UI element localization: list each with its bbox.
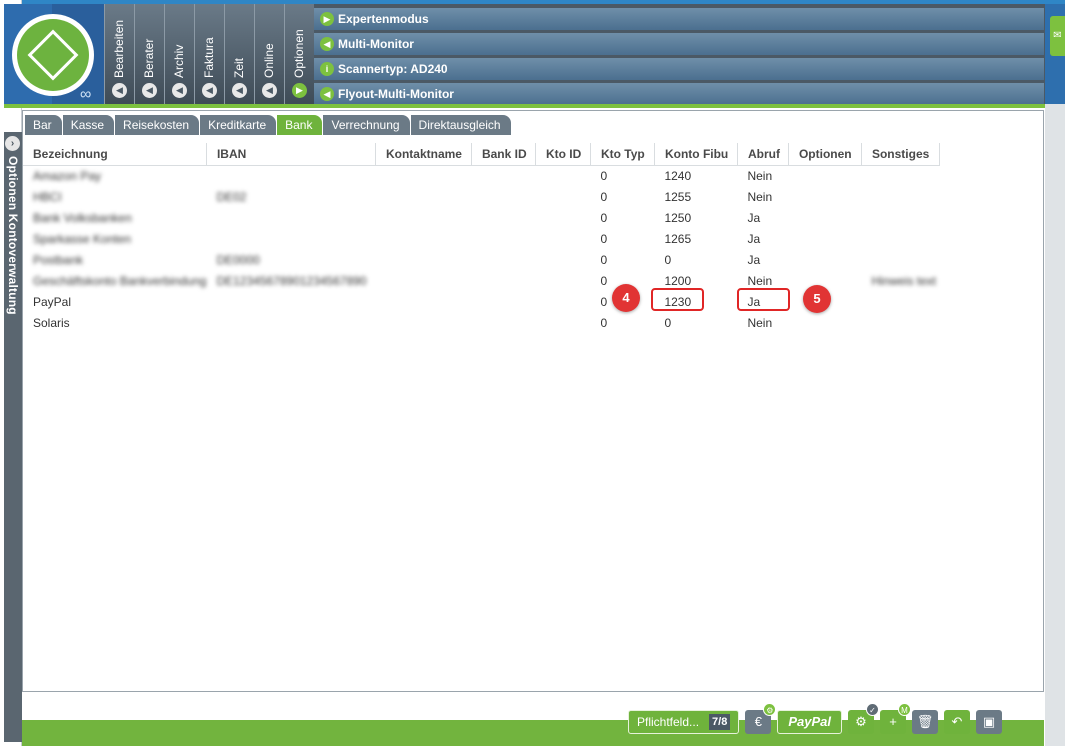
bank-accounts-table: Bezeichnung IBAN Kontaktname Bank ID Kto… [23, 143, 940, 333]
annotation-badge: 4 [612, 284, 640, 312]
info-icon: i [320, 62, 334, 76]
column-header[interactable]: Konto Fibu [654, 143, 738, 166]
arrow-right-icon[interactable]: ▶ [292, 83, 307, 98]
highlight-abruf [737, 288, 790, 311]
arrow-left-icon: ◀ [320, 37, 334, 51]
ribbon-tab-faktura[interactable]: Faktura ◀ [194, 4, 224, 107]
ribbon-tab-bearbeiten[interactable]: Bearbeiten ◀ [104, 4, 134, 107]
konto-panel: Bar Kasse Reisekosten Kreditkarte Bank V… [22, 110, 1044, 692]
collapse-chevron-icon[interactable]: › [5, 136, 20, 151]
tab-bank[interactable]: Bank [277, 115, 323, 135]
column-header[interactable]: IBAN [206, 143, 376, 166]
tab-kreditkarte[interactable]: Kreditkarte [200, 115, 277, 135]
arrow-left-icon[interactable]: ◀ [202, 83, 217, 98]
tab-bar[interactable]: Bar [25, 115, 62, 135]
tab-direktausgleich[interactable]: Direktausgleich [410, 115, 511, 135]
table-row[interactable]: Amazon Pay 0 1240 Nein [23, 165, 939, 186]
table-row[interactable]: Postbank DE0000 0 0 Ja [23, 249, 939, 270]
arrow-left-icon: ◀ [320, 87, 334, 101]
column-header[interactable]: Kontaktname [375, 143, 472, 166]
save-icon[interactable]: ▣ [975, 710, 1002, 734]
arrow-left-icon[interactable]: ◀ [112, 83, 127, 98]
infinity-icon: ∞ [80, 86, 92, 103]
annotation-badge: 5 [803, 285, 831, 313]
tab-reisekosten[interactable]: Reisekosten [115, 115, 200, 135]
tab-kasse[interactable]: Kasse [62, 115, 115, 135]
column-header[interactable]: Kto Typ [590, 143, 655, 166]
menu-item-multi-monitor[interactable]: ◀ Multi-Monitor [314, 33, 1044, 55]
table-row[interactable]: Bank Volksbanken 0 1250 Ja [23, 207, 939, 228]
euro-icon[interactable]: € ⚙ [745, 703, 777, 734]
table-row[interactable]: PayPal 0 1230 Ja [23, 291, 939, 312]
column-header[interactable]: Kto ID [535, 143, 591, 166]
column-header[interactable]: Bank ID [471, 143, 536, 166]
konto-tabs: Bar Kasse Reisekosten Kreditkarte Bank V… [23, 115, 512, 135]
ribbon-tab-berater[interactable]: Berater ◀ [134, 4, 164, 107]
side-panel[interactable]: › Optionen Kontoverwaltung [4, 132, 22, 742]
arrow-right-icon: ▶ [320, 12, 334, 26]
column-header[interactable]: Abruf [737, 143, 789, 166]
trash-icon[interactable]: 🗑 [911, 710, 938, 734]
menu-item-scannertyp[interactable]: i Scannertyp: AD240 [314, 58, 1044, 80]
arrow-left-icon[interactable]: ◀ [142, 83, 157, 98]
gear-badge-icon: ⚙ [763, 703, 777, 716]
ribbon-tab-online[interactable]: Online ◀ [254, 4, 284, 107]
table-header-row: Bezeichnung IBAN Kontaktname Bank ID Kto… [23, 143, 940, 166]
header-divider [4, 104, 1045, 108]
arrow-left-icon[interactable]: ◀ [232, 83, 247, 98]
table-row[interactable]: HBCI DE02 0 1255 Nein [23, 186, 939, 207]
table-row[interactable]: Geschäftskonto Bankverbindung DE123456789… [23, 270, 939, 291]
gear-icon[interactable]: ⚙ ✓ [847, 703, 879, 734]
highlight-konto-fibu [651, 288, 704, 311]
app-header: ∞ Bearbeiten ◀ Berater ◀ Archiv ◀ Faktur… [4, 4, 1045, 107]
pflichtfeld-count: 7/8 [709, 714, 731, 730]
undo-icon[interactable]: ↶ [943, 710, 970, 734]
check-badge-icon: ✓ [865, 703, 879, 716]
column-header[interactable]: Sonstiges [861, 143, 940, 166]
logo-area: ∞ [4, 4, 104, 107]
ribbon-tab-archiv[interactable]: Archiv ◀ [164, 4, 194, 107]
arrow-left-icon[interactable]: ◀ [262, 83, 277, 98]
paypal-button[interactable]: PayPal [777, 710, 842, 734]
footer-toolbar: Pflichtfeld... 7/8 € ⚙ PayPal ⚙ ✓ + M 🗑 ↶ ▣ [628, 703, 1002, 736]
right-edge: ✉ [1045, 4, 1065, 746]
menu-item-flyout-multi-monitor[interactable]: ◀ Flyout-Multi-Monitor [314, 83, 1044, 105]
arrow-left-icon[interactable]: ◀ [172, 83, 187, 98]
left-strip: › Optionen Kontoverwaltung [0, 0, 22, 746]
side-panel-label: Optionen Kontoverwaltung [6, 156, 20, 315]
table-row[interactable]: Solaris 0 0 Nein [23, 312, 939, 333]
tab-verrechnung[interactable]: Verrechnung [323, 115, 410, 135]
m-badge-icon: M [897, 703, 911, 716]
ribbon-menu: ▶ Expertenmodus ◀ Multi-Monitor i Scanne… [314, 8, 1044, 108]
menu-item-expertenmodus[interactable]: ▶ Expertenmodus [314, 8, 1044, 30]
column-header[interactable]: Optionen [788, 143, 862, 166]
add-icon[interactable]: + M [879, 703, 911, 734]
ribbon-tab-optionen[interactable]: Optionen ▶ [284, 4, 314, 107]
mail-icon[interactable]: ✉ [1050, 16, 1065, 56]
ribbon-tabs: Bearbeiten ◀ Berater ◀ Archiv ◀ Faktura … [104, 4, 314, 107]
table-row[interactable]: Sparkasse Konten 0 1265 Ja [23, 228, 939, 249]
column-header[interactable]: Bezeichnung [23, 143, 207, 166]
ribbon-tab-zeit[interactable]: Zeit ◀ [224, 4, 254, 107]
pflichtfeld-button[interactable]: Pflichtfeld... 7/8 [628, 710, 740, 734]
